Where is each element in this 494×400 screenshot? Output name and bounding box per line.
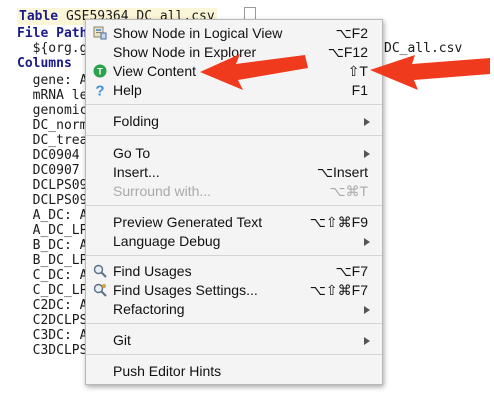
annotation-arrow-icon xyxy=(370,55,490,90)
annotation-arrow-icon xyxy=(200,54,308,90)
annotation-arrows xyxy=(200,54,490,90)
